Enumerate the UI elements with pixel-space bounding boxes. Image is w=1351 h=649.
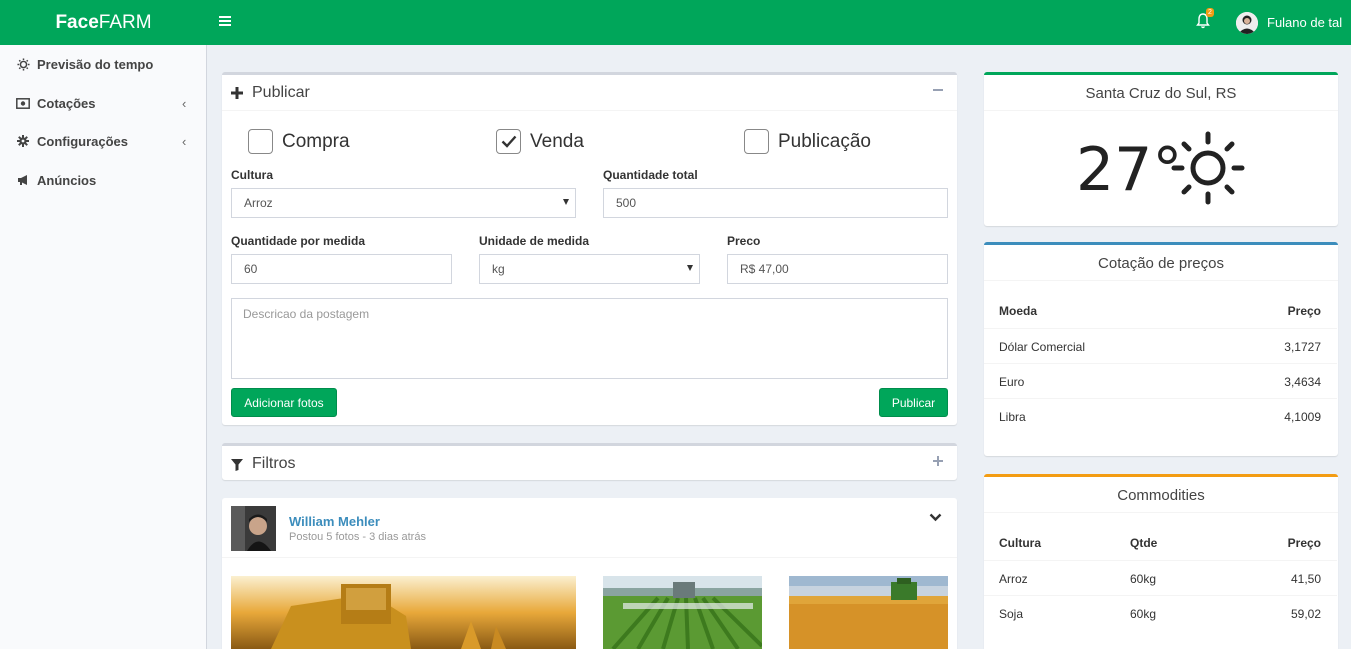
publish-title: Publicar xyxy=(252,84,310,101)
chevron-left-icon: ‹ xyxy=(182,133,187,149)
sidebar-item-label: Cotações xyxy=(37,95,96,111)
table-row: Soja 60kg 59,02 xyxy=(984,595,1337,630)
option-compra[interactable]: Compra xyxy=(248,129,350,154)
author-link[interactable]: William Mehler xyxy=(289,514,380,529)
app-logo[interactable]: Face FARM xyxy=(0,0,207,45)
sidebar-item-weather[interactable]: Previsão do tempo xyxy=(0,49,207,79)
table-header: Cultura Qtde Preço xyxy=(999,536,1321,550)
expand-plus-icon[interactable] xyxy=(933,456,943,466)
select-caret-icon xyxy=(687,265,693,271)
sidebar-item-label: Anúncios xyxy=(37,172,97,188)
gear-icon xyxy=(16,134,30,148)
qtd-medida-label: Quantidade por medida xyxy=(231,234,366,248)
option-publicacao[interactable]: Publicação xyxy=(744,129,871,154)
post-meta: Postou 5 fotos - 3 dias atrás xyxy=(289,531,426,543)
quotes-box: Cotação de preços Moeda Preço Dólar Come… xyxy=(984,242,1338,456)
sidebar-item-settings[interactable]: Configurações ‹ xyxy=(0,126,207,156)
author-avatar[interactable] xyxy=(231,506,276,551)
post-photo[interactable] xyxy=(789,576,948,649)
unidade-label: Unidade de medida xyxy=(479,234,590,248)
menu-toggle-icon[interactable] xyxy=(219,14,233,30)
filters-title: Filtros xyxy=(252,455,296,472)
weather-box: Santa Cruz do Sul, RS 27° xyxy=(984,72,1338,226)
user-name[interactable]: Fulano de tal xyxy=(1267,15,1342,30)
quotes-title: Cotação de preços xyxy=(1098,255,1224,272)
sidebar-item-label: Previsão do tempo xyxy=(37,56,154,72)
collapse-icon[interactable] xyxy=(933,89,943,91)
preco-label: Preco xyxy=(727,234,761,248)
sidebar-item-ads[interactable]: Anúncios xyxy=(0,165,207,195)
sidebar-item-label: Configurações xyxy=(37,133,129,149)
user-avatar[interactable] xyxy=(1236,12,1258,34)
publicacao-checkbox[interactable] xyxy=(744,129,769,154)
commodities-header: Commodities xyxy=(984,477,1338,513)
add-photos-button[interactable]: Adicionar fotos xyxy=(231,388,337,417)
unidade-select[interactable]: kg xyxy=(479,254,700,284)
option-venda[interactable]: Venda xyxy=(496,129,584,154)
table-row: Euro 3,4634 xyxy=(984,363,1337,398)
sidebar: Previsão do tempo Cotações ‹ Configuraçõ… xyxy=(0,45,207,649)
commodities-box: Commodities Cultura Qtde Preço Arroz 60k… xyxy=(984,474,1338,649)
select-caret-icon xyxy=(563,199,569,205)
money-icon xyxy=(16,96,30,110)
weather-city: Santa Cruz do Sul, RS xyxy=(1085,85,1237,102)
publish-box-header: Publicar xyxy=(222,75,957,111)
sun-icon xyxy=(1171,131,1245,205)
venda-checkbox[interactable] xyxy=(496,129,521,154)
megaphone-icon xyxy=(16,173,30,187)
preco-input[interactable]: R$ 47,00 xyxy=(727,254,948,284)
filters-box[interactable]: Filtros xyxy=(222,443,957,480)
chevron-left-icon: ‹ xyxy=(182,95,187,111)
sun-icon xyxy=(16,57,30,71)
table-row: Dólar Comercial 3,1727 xyxy=(984,328,1337,363)
table-row: Libra 4,1009 xyxy=(984,398,1337,433)
weather-temperature: 27° xyxy=(1076,135,1183,205)
weather-header: Santa Cruz do Sul, RS xyxy=(984,75,1338,111)
chevron-down-icon[interactable] xyxy=(929,513,942,522)
compra-checkbox[interactable] xyxy=(248,129,273,154)
cultura-select[interactable]: Arroz xyxy=(231,188,576,218)
publish-box: Publicar Compra Venda Publicação Cultura… xyxy=(222,72,957,425)
plus-icon xyxy=(231,87,243,99)
divider xyxy=(222,557,957,558)
publish-button[interactable]: Publicar xyxy=(879,388,948,417)
table-header: Moeda Preço xyxy=(999,304,1321,318)
commodities-title: Commodities xyxy=(1117,487,1205,504)
post-box: William Mehler Postou 5 fotos - 3 dias a… xyxy=(222,498,957,649)
filter-icon xyxy=(231,459,243,471)
top-navbar: Face FARM 2 Fulano de tal xyxy=(0,0,1351,45)
descricao-textarea[interactable]: Descricao da postagem xyxy=(231,298,948,379)
post-photo[interactable] xyxy=(231,576,576,649)
sidebar-item-quotes[interactable]: Cotações ‹ xyxy=(0,88,207,118)
notification-badge: 2 xyxy=(1206,8,1214,17)
qtd-total-label: Quantidade total xyxy=(603,168,698,182)
qtd-total-input[interactable]: 500 xyxy=(603,188,948,218)
qtd-medida-input[interactable]: 60 xyxy=(231,254,452,284)
table-row: Arroz 60kg 41,50 xyxy=(984,560,1337,595)
quotes-header: Cotação de preços xyxy=(984,245,1338,281)
cultura-label: Cultura xyxy=(231,168,273,182)
checkmark-icon xyxy=(501,135,516,148)
post-photo[interactable] xyxy=(603,576,762,649)
